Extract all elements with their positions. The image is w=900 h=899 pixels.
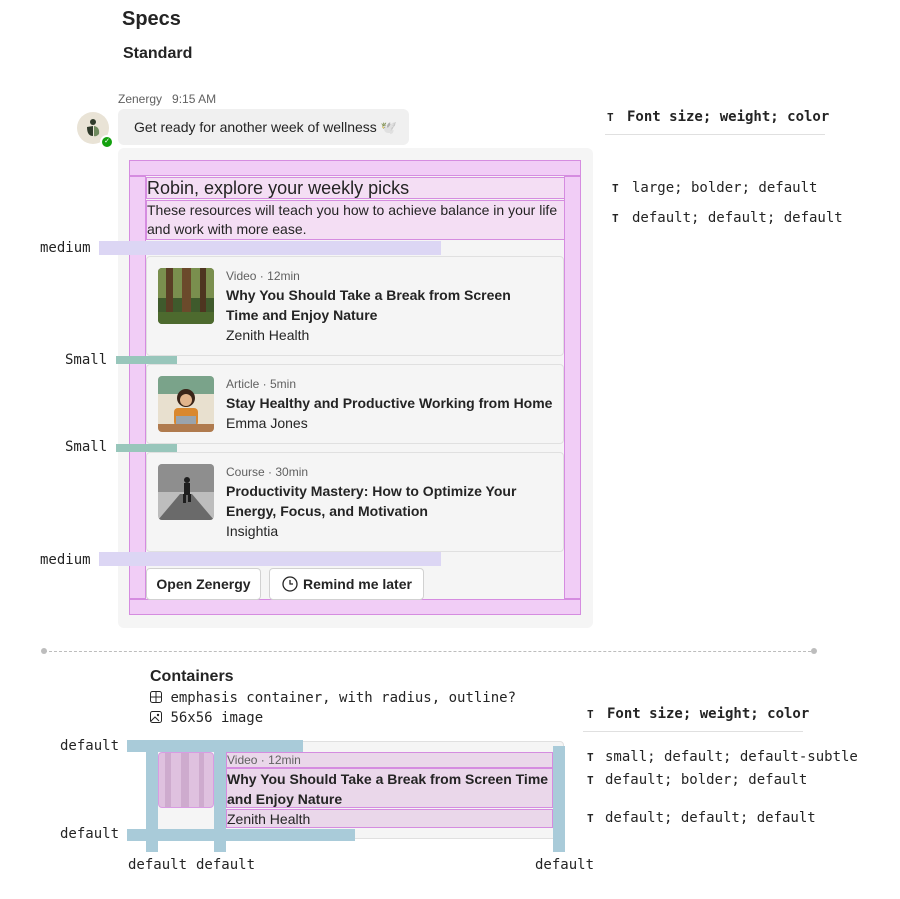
spacing-small-label: Small bbox=[65, 352, 108, 368]
type-spec-row: Tdefault; default; default bbox=[612, 210, 843, 226]
spacing-default-bar bbox=[127, 829, 355, 841]
spacing-default-label: default bbox=[60, 826, 120, 842]
item-title[interactable]: Productivity Mastery: How to Optimize Yo… bbox=[226, 481, 546, 521]
type-spec-row: Tdefault; default; default bbox=[587, 810, 816, 826]
spacing-medium-bar bbox=[99, 552, 441, 566]
section-subtitle: Standard bbox=[123, 45, 193, 62]
content-item[interactable]: Video · 12min Why You Should Take a Brea… bbox=[146, 256, 564, 356]
text-type-icon: T bbox=[587, 708, 594, 721]
spacing-default-bar bbox=[146, 741, 158, 852]
text-type-icon: T bbox=[587, 812, 594, 825]
clock-icon bbox=[282, 576, 298, 592]
message-header: Zenergy 9:15 AM bbox=[118, 92, 216, 106]
content-item[interactable]: Article · 5min Stay Healthy and Producti… bbox=[146, 364, 564, 444]
containers-title: Containers bbox=[150, 668, 234, 685]
spacing-default-label: default bbox=[60, 738, 120, 754]
presence-available-icon: ✓ bbox=[100, 135, 114, 149]
spacing-small-label: Small bbox=[65, 439, 108, 455]
text-type-icon: T bbox=[587, 774, 594, 787]
padding-right-overlay bbox=[564, 176, 581, 599]
padding-top-overlay bbox=[129, 160, 581, 176]
type-spec-row: Tdefault; bolder; default bbox=[587, 772, 808, 788]
message-text: Get ready for another week of wellness bbox=[134, 119, 377, 135]
item-title[interactable]: Stay Healthy and Productive Working from… bbox=[226, 393, 556, 413]
dove-emoji-icon: 🕊️ bbox=[380, 120, 397, 135]
woman-laptop-image bbox=[158, 376, 214, 432]
item-author: Insightia bbox=[226, 523, 279, 539]
card-body-text: These resources will teach you how to ac… bbox=[146, 200, 565, 240]
open-zenergy-button[interactable]: Open Zenergy bbox=[146, 568, 261, 600]
spacing-medium-bar bbox=[99, 241, 441, 255]
divider-endpoint bbox=[811, 648, 817, 654]
spacing-default-label: default bbox=[535, 857, 595, 873]
card-title: Robin, explore your weekly picks bbox=[146, 177, 565, 199]
type-spec-row: Tlarge; bolder; default bbox=[612, 180, 818, 196]
divider bbox=[605, 134, 825, 135]
item-title[interactable]: Why You Should Take a Break from Screen … bbox=[226, 285, 546, 325]
item-meta: Article · 5min bbox=[226, 377, 297, 391]
section-divider bbox=[44, 651, 816, 652]
remind-me-later-button[interactable]: Remind me later bbox=[269, 568, 424, 600]
text-type-icon: T bbox=[607, 111, 614, 124]
item-meta: Course · 30min bbox=[226, 465, 309, 479]
divider bbox=[583, 731, 803, 732]
meta-overlay: Video · 12min bbox=[226, 752, 553, 768]
image-note: 56x56 image bbox=[150, 710, 263, 726]
spacing-medium-label: medium bbox=[40, 552, 91, 568]
message-time: 9:15 AM bbox=[172, 92, 217, 106]
type-spec-row: Tsmall; default; default-subtle bbox=[587, 749, 858, 765]
image-placeholder bbox=[158, 752, 214, 808]
image-icon bbox=[150, 711, 162, 723]
spacing-default-bar bbox=[214, 752, 226, 852]
spacing-small-bar bbox=[116, 444, 177, 452]
container-note: emphasis container, with radius, outline… bbox=[150, 690, 516, 706]
text-type-icon: T bbox=[587, 751, 594, 764]
table-icon bbox=[150, 691, 162, 703]
item-author: Zenith Health bbox=[226, 327, 310, 343]
author-overlay: Zenith Health bbox=[226, 809, 553, 828]
text-type-icon: T bbox=[612, 212, 619, 225]
avatar[interactable]: ✓ bbox=[77, 112, 114, 149]
spacing-default-bar bbox=[553, 746, 565, 852]
title-overlay: Why You Should Take a Break from Screen … bbox=[226, 768, 553, 808]
spacing-medium-label: medium bbox=[40, 240, 91, 256]
text-type-icon: T bbox=[612, 182, 619, 195]
runner-image bbox=[158, 464, 214, 520]
type-spec-header: T Font size; weight; color bbox=[587, 706, 810, 722]
type-spec-header: T Font size; weight; color bbox=[607, 109, 830, 125]
padding-left-overlay bbox=[129, 176, 146, 599]
spacing-default-label: default bbox=[128, 857, 188, 873]
content-item[interactable]: Course · 30min Productivity Mastery: How… bbox=[146, 452, 564, 552]
spacing-default-label: default bbox=[196, 857, 256, 873]
forest-image bbox=[158, 268, 214, 324]
item-author: Emma Jones bbox=[226, 415, 308, 431]
item-meta: Video · 12min bbox=[226, 269, 300, 283]
padding-bottom-overlay bbox=[129, 599, 581, 615]
spacing-small-bar bbox=[116, 356, 177, 364]
message-bubble: Get ready for another week of wellness 🕊… bbox=[118, 109, 409, 145]
remind-me-later-label: Remind me later bbox=[303, 576, 412, 592]
page-title: Specs bbox=[122, 8, 181, 30]
sender-name: Zenergy bbox=[118, 92, 163, 106]
